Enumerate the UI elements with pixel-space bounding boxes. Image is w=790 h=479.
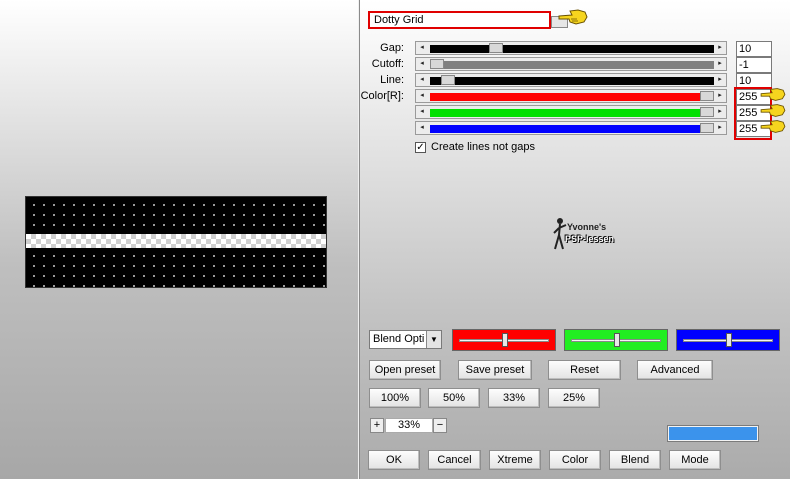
slider-label: Cutoff: bbox=[371, 58, 404, 70]
blend-button[interactable]: Blend bbox=[609, 450, 661, 470]
progress-bar bbox=[668, 426, 758, 441]
watermark-line2: PSP-lessen bbox=[565, 234, 615, 244]
zoom-50-button[interactable]: 50% bbox=[428, 388, 480, 408]
slider-fill bbox=[430, 125, 714, 133]
color-slider-thumb[interactable] bbox=[614, 333, 620, 347]
slider-thumb[interactable] bbox=[700, 123, 714, 133]
pointing-hand-icon bbox=[760, 88, 786, 101]
slider-right-arrow-icon[interactable]: ▸ bbox=[714, 74, 726, 86]
slider-left-arrow-icon[interactable]: ◂ bbox=[416, 74, 428, 86]
chevron-down-icon[interactable]: ▼ bbox=[426, 331, 441, 348]
open-preset-button[interactable]: Open preset bbox=[369, 360, 441, 380]
color-channel-slider[interactable] bbox=[564, 329, 668, 351]
slider-track[interactable]: ◂ ▸ bbox=[415, 57, 727, 71]
slider-track[interactable]: ◂ ▸ bbox=[415, 105, 727, 119]
slider-thumb[interactable] bbox=[700, 107, 714, 117]
ok-button[interactable]: OK bbox=[368, 450, 420, 470]
slider-thumb[interactable] bbox=[489, 43, 503, 53]
slider-track[interactable]: ◂ ▸ bbox=[415, 121, 727, 135]
slider-left-arrow-icon[interactable]: ◂ bbox=[416, 90, 428, 102]
slider-label: Gap: bbox=[380, 42, 404, 54]
slider-fill bbox=[430, 93, 714, 101]
preview-dot-grid-bottom bbox=[26, 248, 326, 287]
slider-left-arrow-icon[interactable]: ◂ bbox=[416, 122, 428, 134]
slider-fill bbox=[430, 61, 714, 69]
slider-right-arrow-icon[interactable]: ▸ bbox=[714, 106, 726, 118]
slider-value-field[interactable]: -1 bbox=[736, 57, 772, 73]
blend-select-value: Blend Opti bbox=[373, 333, 425, 345]
create-lines-label: Create lines not gaps bbox=[431, 141, 535, 153]
slider-fill bbox=[430, 109, 714, 117]
color-button[interactable]: Color bbox=[549, 450, 601, 470]
color-slider-thumb[interactable] bbox=[726, 333, 732, 347]
slider-thumb[interactable] bbox=[700, 91, 714, 101]
slider-label: Color[R]: bbox=[360, 90, 404, 102]
slider-right-arrow-icon[interactable]: ▸ bbox=[714, 42, 726, 54]
zoom-100-button[interactable]: 100% bbox=[369, 388, 421, 408]
mode-button[interactable]: Mode bbox=[669, 450, 721, 470]
preview-image bbox=[25, 196, 327, 288]
slider-fill bbox=[430, 45, 714, 53]
color-channel-slider[interactable] bbox=[676, 329, 780, 351]
pointing-hand-icon bbox=[558, 9, 588, 25]
cancel-button[interactable]: Cancel bbox=[428, 450, 481, 470]
preview-transparent-band bbox=[26, 234, 326, 248]
slider-value-field[interactable]: 10 bbox=[736, 41, 772, 57]
slider-fill bbox=[430, 77, 714, 85]
color-channel-slider[interactable] bbox=[452, 329, 556, 351]
zoom-33-button[interactable]: 33% bbox=[488, 388, 540, 408]
slider-left-arrow-icon[interactable]: ◂ bbox=[416, 106, 428, 118]
slider-label: Line: bbox=[380, 74, 404, 86]
xtreme-button[interactable]: Xtreme bbox=[489, 450, 541, 470]
watermark-line1: Yvonne's bbox=[567, 222, 607, 232]
create-lines-checkbox[interactable]: ✓ bbox=[415, 142, 426, 153]
slider-right-arrow-icon[interactable]: ▸ bbox=[714, 58, 726, 70]
slider-left-arrow-icon[interactable]: ◂ bbox=[416, 42, 428, 54]
watermark-logo: Yvonne's PSP-lessen bbox=[551, 215, 631, 255]
slider-thumb[interactable] bbox=[430, 59, 444, 69]
slider-right-arrow-icon[interactable]: ▸ bbox=[714, 122, 726, 134]
save-preset-button[interactable]: Save preset bbox=[458, 360, 532, 380]
color-slider-thumb[interactable] bbox=[502, 333, 508, 347]
slider-left-arrow-icon[interactable]: ◂ bbox=[416, 58, 428, 70]
settings-panel: Dotty Grid Gap: ◂ ▸ 10 Cutoff: ◂ ▸ -1 Line: ◂ ▸ 10 C… bbox=[360, 0, 790, 479]
reset-button[interactable]: Reset bbox=[548, 360, 621, 380]
preview-dot-grid-top bbox=[26, 197, 326, 234]
slider-right-arrow-icon[interactable]: ▸ bbox=[714, 90, 726, 102]
preview-panel bbox=[0, 0, 358, 479]
pointing-hand-icon bbox=[760, 104, 786, 117]
slider-thumb[interactable] bbox=[441, 75, 455, 85]
zoom-in-button[interactable]: + bbox=[370, 418, 384, 433]
slider-track[interactable]: ◂ ▸ bbox=[415, 89, 727, 103]
preset-name-field[interactable]: Dotty Grid bbox=[368, 11, 551, 29]
blend-options-select[interactable]: Blend Opti ▼ bbox=[369, 330, 442, 349]
zoom-25-button[interactable]: 25% bbox=[548, 388, 600, 408]
zoom-level-field[interactable]: 33% bbox=[385, 418, 433, 433]
slider-track[interactable]: ◂ ▸ bbox=[415, 41, 727, 55]
zoom-out-button[interactable]: − bbox=[433, 418, 447, 433]
slider-track[interactable]: ◂ ▸ bbox=[415, 73, 727, 87]
advanced-button[interactable]: Advanced bbox=[637, 360, 713, 380]
pointing-hand-icon bbox=[760, 120, 786, 133]
